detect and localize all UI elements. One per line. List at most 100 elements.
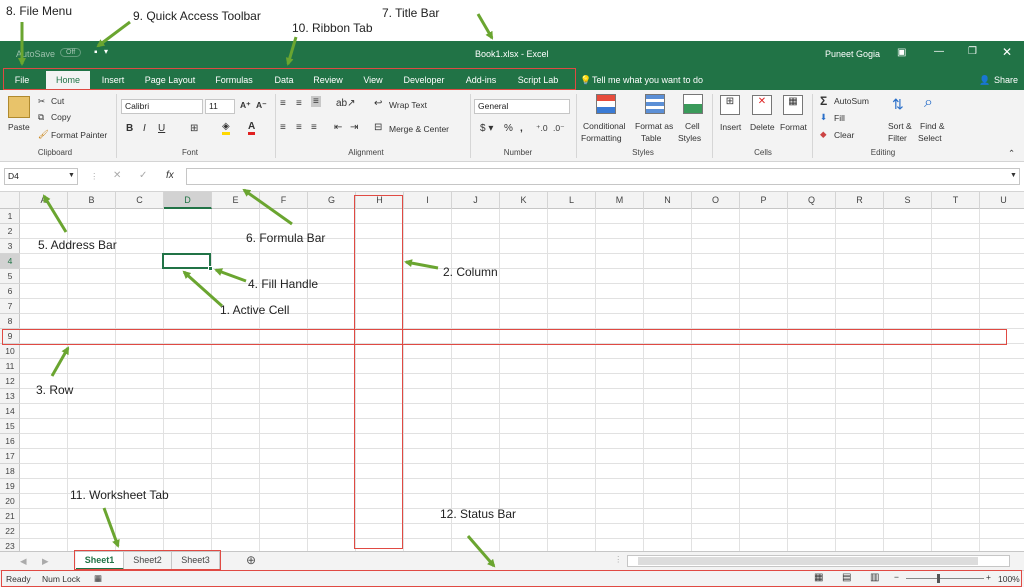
row-header[interactable]: 13: [0, 389, 20, 404]
column-header[interactable]: E: [212, 192, 260, 209]
tab-script-lab[interactable]: Script Lab: [510, 71, 566, 90]
row-header[interactable]: 6: [0, 284, 20, 299]
sort-filter-label-1[interactable]: Sort &: [888, 121, 912, 131]
row-header[interactable]: 3: [0, 239, 20, 254]
tab-view[interactable]: View: [354, 71, 392, 90]
zoom-slider[interactable]: [906, 578, 984, 579]
row-header[interactable]: 20: [0, 494, 20, 509]
row-header[interactable]: 1: [0, 209, 20, 224]
autosum-button[interactable]: AutoSum: [834, 96, 869, 106]
row-header[interactable]: 22: [0, 524, 20, 539]
row-header[interactable]: 19: [0, 479, 20, 494]
underline-icon[interactable]: U: [158, 123, 165, 134]
row-header[interactable]: 15: [0, 419, 20, 434]
comma-icon[interactable]: ,: [520, 123, 523, 134]
increase-decimal-icon[interactable]: ⁺.0: [536, 123, 548, 134]
decrease-indent-icon[interactable]: ⇤: [334, 122, 342, 133]
tab-formulas[interactable]: Formulas: [208, 71, 260, 90]
column-header[interactable]: J: [452, 192, 500, 209]
enter-entry-icon[interactable]: ✓: [139, 170, 147, 181]
tab-review[interactable]: Review: [306, 71, 350, 90]
fill-color-icon[interactable]: ◈: [222, 121, 230, 135]
formula-input[interactable]: [186, 168, 1020, 185]
font-name-box[interactable]: Calibri: [121, 99, 203, 114]
wrap-text-icon[interactable]: ↩: [374, 98, 382, 109]
row-header[interactable]: 10: [0, 344, 20, 359]
delete-cells-button[interactable]: Delete: [750, 122, 775, 132]
user-name[interactable]: Puneet Gogia: [825, 49, 880, 59]
name-box-dropdown-icon[interactable]: ▼: [68, 172, 75, 179]
column-header[interactable]: F: [260, 192, 308, 209]
merge-center-button[interactable]: Merge & Center: [389, 124, 449, 134]
close-icon[interactable]: ✕: [1002, 45, 1012, 59]
percent-icon[interactable]: %: [504, 123, 513, 134]
zoom-slider-thumb[interactable]: [937, 574, 940, 583]
zoom-out-icon[interactable]: −: [894, 572, 899, 582]
column-header[interactable]: K: [500, 192, 548, 209]
page-break-view-icon[interactable]: ▥: [870, 572, 879, 583]
macro-recording-icon[interactable]: ▦: [94, 573, 102, 584]
column-header[interactable]: R: [836, 192, 884, 209]
cell-styles-label-1[interactable]: Cell: [685, 121, 700, 131]
sheet-tab-1[interactable]: Sheet1: [76, 552, 124, 570]
column-header[interactable]: H: [356, 192, 404, 209]
currency-icon[interactable]: $ ▾: [480, 123, 493, 134]
shrink-font-icon[interactable]: A⁻: [256, 100, 267, 111]
insert-function-icon[interactable]: fx: [166, 170, 174, 181]
tab-home[interactable]: Home: [46, 71, 90, 90]
format-as-table-icon[interactable]: [645, 94, 665, 114]
format-as-table-label-1[interactable]: Format as: [635, 121, 673, 131]
select-all-corner[interactable]: [0, 192, 20, 209]
borders-icon[interactable]: ⊞: [190, 123, 198, 134]
find-select-label-1[interactable]: Find &: [920, 121, 945, 131]
column-header[interactable]: M: [596, 192, 644, 209]
column-header[interactable]: N: [644, 192, 692, 209]
align-left-icon[interactable]: ≡: [280, 122, 286, 133]
clear-button[interactable]: Clear: [834, 130, 854, 140]
conditional-formatting-icon[interactable]: [596, 94, 616, 114]
sheet-tab-3[interactable]: Sheet3: [172, 552, 220, 570]
row-header[interactable]: 14: [0, 404, 20, 419]
column-header[interactable]: T: [932, 192, 980, 209]
paste-button[interactable]: Paste: [8, 122, 30, 132]
collapse-ribbon-icon[interactable]: ⌃: [1008, 148, 1015, 159]
name-box[interactable]: D4: [4, 168, 78, 185]
column-header[interactable]: B: [68, 192, 116, 209]
customize-qat-icon[interactable]: ▾: [104, 47, 108, 56]
column-header[interactable]: O: [692, 192, 740, 209]
cancel-entry-icon[interactable]: ✕: [113, 170, 121, 181]
tab-data[interactable]: Data: [266, 71, 302, 90]
autosum-icon[interactable]: Σ: [820, 94, 827, 108]
column-header[interactable]: U: [980, 192, 1024, 209]
normal-view-icon[interactable]: ▦: [814, 572, 823, 583]
font-color-icon[interactable]: A: [248, 121, 256, 135]
italic-icon[interactable]: I: [143, 123, 146, 134]
column-header[interactable]: Q: [788, 192, 836, 209]
horizontal-scrollbar[interactable]: [627, 555, 1010, 567]
bold-icon[interactable]: B: [126, 123, 133, 134]
sheet-tab-2[interactable]: Sheet2: [124, 552, 172, 570]
orientation-icon[interactable]: ab↗: [336, 98, 356, 109]
column-header[interactable]: L: [548, 192, 596, 209]
zoom-level[interactable]: 100%: [998, 574, 1020, 584]
row-header[interactable]: 21: [0, 509, 20, 524]
column-header[interactable]: C: [116, 192, 164, 209]
find-select-label-2[interactable]: Select: [918, 133, 942, 143]
align-middle-icon[interactable]: ≡: [296, 98, 302, 109]
increase-indent-icon[interactable]: ⇥: [350, 122, 358, 133]
cut-button[interactable]: Cut: [51, 96, 64, 106]
format-painter-button[interactable]: Format Painter: [51, 130, 107, 140]
active-cell[interactable]: [162, 253, 211, 269]
insert-cells-icon[interactable]: ⊞: [720, 95, 740, 115]
copy-button[interactable]: Copy: [51, 112, 71, 122]
column-header[interactable]: G: [308, 192, 356, 209]
paste-icon[interactable]: [8, 96, 30, 118]
wrap-text-button[interactable]: Wrap Text: [389, 100, 427, 110]
column-header[interactable]: I: [404, 192, 452, 209]
fill-icon[interactable]: ⬇: [820, 112, 827, 123]
tab-developer[interactable]: Developer: [396, 71, 452, 90]
fill-handle[interactable]: [208, 266, 213, 271]
sort-filter-icon[interactable]: ⇅: [892, 96, 904, 113]
horizontal-scroll-thumb[interactable]: [638, 557, 978, 565]
column-header[interactable]: P: [740, 192, 788, 209]
